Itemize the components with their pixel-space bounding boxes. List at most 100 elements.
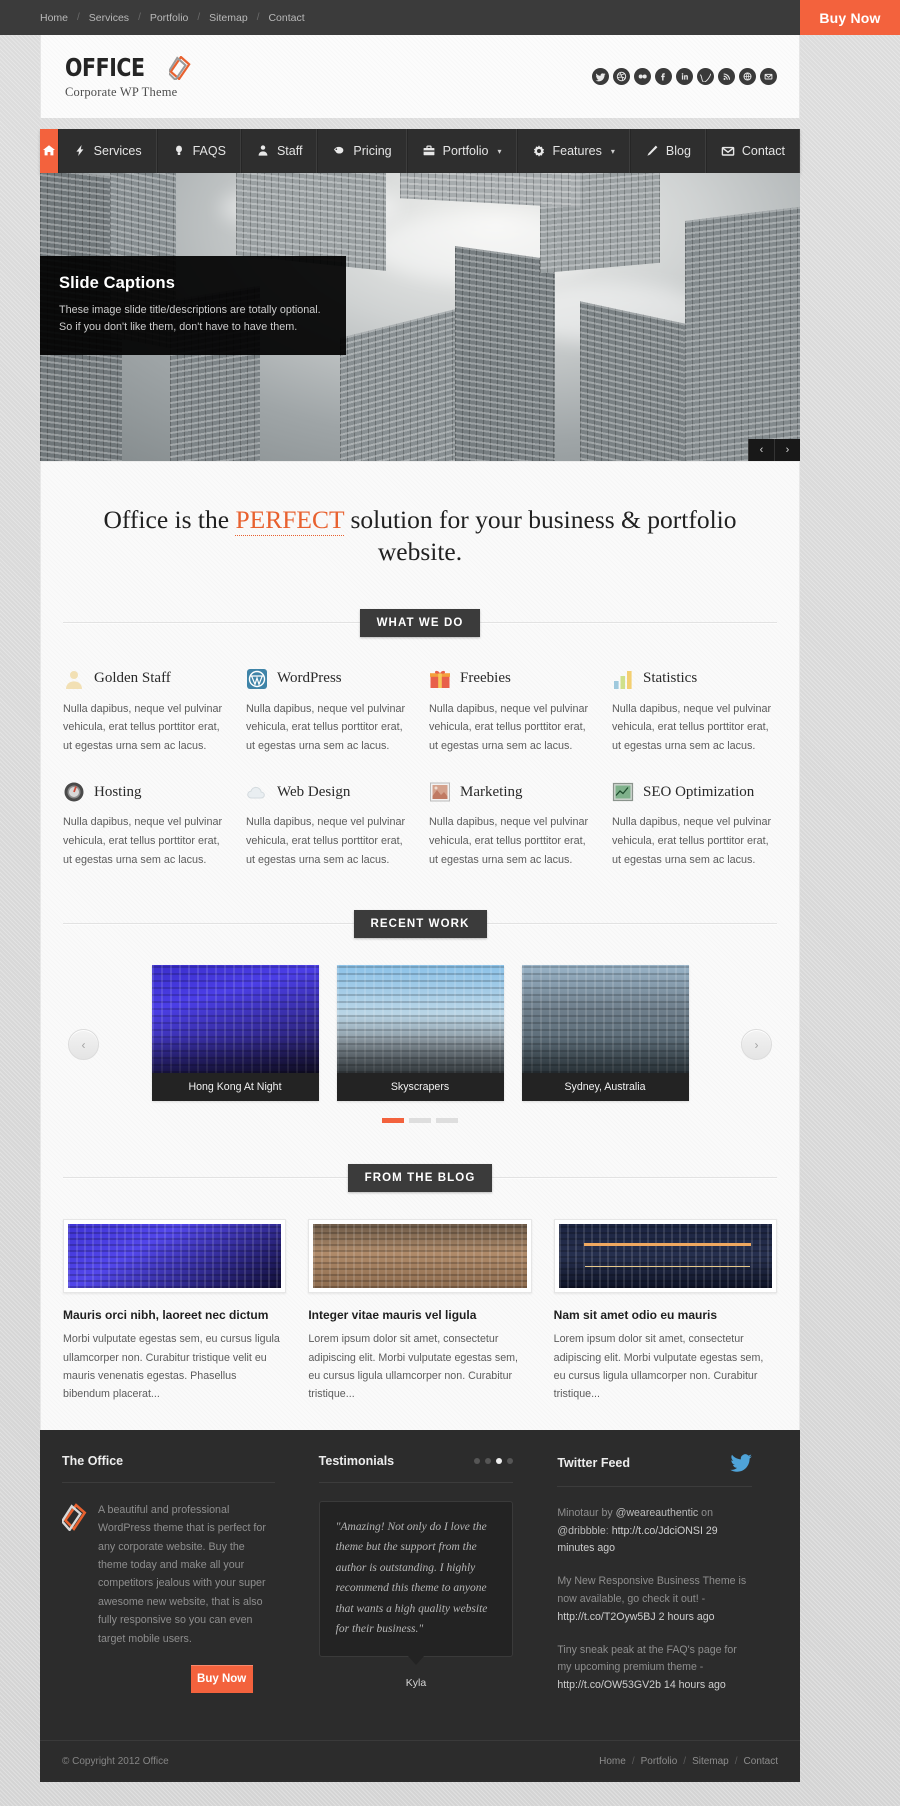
buy-now-button-footer[interactable]: Buy Now	[190, 1665, 253, 1693]
blog-thumbnail[interactable]	[308, 1219, 532, 1294]
footer-link-contact[interactable]: Contact	[744, 1756, 778, 1767]
nav-item-home[interactable]	[40, 129, 58, 173]
topbar-link-home[interactable]: Home	[38, 12, 70, 24]
rss-icon[interactable]	[718, 68, 735, 85]
twitter-icon[interactable]	[592, 68, 609, 85]
hero-slider: Slide Captions These image slide title/d…	[40, 173, 800, 461]
service-title-row[interactable]: Marketing	[429, 781, 594, 803]
tweet-text: My New Responsive Business Theme is now …	[557, 1575, 747, 1605]
nav-item-blog[interactable]: Blog	[629, 129, 706, 173]
footer-link-separator: /	[631, 1755, 635, 1767]
topbar-link-contact[interactable]: Contact	[266, 12, 306, 24]
tweet-link[interactable]: http://t.co/JdciONSI	[612, 1525, 703, 1537]
footer-about-body: A beautiful and professional WordPress t…	[62, 1483, 275, 1693]
testimonial-dot[interactable]	[474, 1457, 481, 1464]
flickr-icon[interactable]	[634, 68, 651, 85]
main-content: Office is the PERFECT solution for your …	[40, 461, 800, 1430]
tweet-text: Tiny sneak peak at the FAQ's page for my…	[557, 1643, 737, 1674]
service-title-row[interactable]: Freebies	[429, 668, 594, 690]
tweet-mention[interactable]: @dribbble	[557, 1525, 605, 1537]
slider-prev-button[interactable]: ‹	[748, 439, 774, 461]
bulb-icon	[172, 144, 186, 158]
portfolio-item[interactable]: Sydney, Australia	[521, 965, 689, 1102]
vimeo-icon[interactable]	[697, 68, 714, 85]
blog-thumbnail[interactable]	[553, 1219, 777, 1294]
nav-item-staff[interactable]: Staff	[240, 129, 318, 173]
main-nav: Services FAQS Staff Pricing Portfolio ▾ Featur…	[40, 129, 800, 173]
nav-item-portfolio[interactable]: Portfolio ▾	[406, 129, 517, 173]
footer-testimonials-heading-label: Testimonials	[318, 1453, 395, 1468]
testimonial-dot[interactable]	[507, 1457, 514, 1464]
nav-item-pricing[interactable]: Pricing	[317, 129, 407, 173]
service-title-row[interactable]: Web Design	[246, 781, 411, 803]
blog-thumbnail[interactable]	[63, 1219, 287, 1294]
linkedin-icon[interactable]	[676, 68, 693, 85]
service-title-row[interactable]: Statistics	[612, 668, 777, 690]
portfolio-item[interactable]: Hong Kong At Night	[151, 965, 319, 1102]
chevron-down-icon: ▾	[610, 146, 615, 156]
footer-twitter-heading-label: Twitter Feed	[557, 1455, 631, 1470]
carousel-pagination	[41, 1101, 799, 1124]
footer-link-portfolio[interactable]: Portfolio	[641, 1756, 678, 1767]
nav-item-label: Services	[93, 144, 142, 158]
nav-item-contact[interactable]: Contact	[705, 129, 800, 173]
carousel-dot[interactable]	[436, 1118, 458, 1124]
buy-now-button-top[interactable]: Buy Now	[800, 0, 900, 35]
tweet-link[interactable]: http://t.co/OW53GV2b	[557, 1679, 661, 1691]
tweet-link[interactable]: http://t.co/T2Oyw5BJ	[557, 1611, 655, 1623]
bar-chart-icon	[612, 668, 634, 690]
footer-link-sitemap[interactable]: Sitemap	[692, 1756, 729, 1767]
footer-link-home[interactable]: Home	[599, 1756, 626, 1767]
building-shape	[685, 205, 800, 461]
carousel-dot[interactable]	[409, 1118, 431, 1124]
portfolio-thumbnail	[521, 965, 689, 1074]
page: OFFICE Corporate WP Theme Services FAQS St…	[0, 35, 900, 1806]
logo-diamond-icon	[169, 55, 191, 80]
nav-item-label: Staff	[276, 144, 303, 158]
topbar-link-portfolio[interactable]: Portfolio	[148, 12, 191, 24]
section-heading-label: WHAT WE DO	[359, 608, 481, 637]
nav-item-faqs[interactable]: FAQS	[156, 129, 241, 173]
testimonial-dot[interactable]	[496, 1457, 503, 1464]
portfolio-thumbnail	[336, 965, 504, 1074]
slider-next-button[interactable]: ›	[774, 439, 800, 461]
nav-item-services[interactable]: Services	[57, 129, 157, 173]
rss-icon-glyph	[723, 73, 731, 80]
nav-item-label: Features	[552, 144, 602, 158]
google-plus-icon[interactable]	[739, 68, 756, 85]
tweet-timestamp: 14 hours ago	[663, 1679, 726, 1692]
carousel-prev-button[interactable]: ‹	[68, 1029, 99, 1061]
logo[interactable]: OFFICE Corporate WP Theme	[63, 53, 191, 100]
logo-row: OFFICE	[65, 53, 191, 82]
carousel-next-button[interactable]: ›	[741, 1029, 772, 1061]
footer-testimonials-heading: Testimonials	[318, 1453, 514, 1483]
service-item: Marketing Nulla dapibus, neque vel pulvin…	[429, 781, 594, 869]
email-icon[interactable]	[760, 68, 777, 85]
site-header: OFFICE Corporate WP Theme	[40, 35, 800, 118]
tagline-after: solution for your business & portfolio w…	[344, 505, 737, 566]
service-title-row[interactable]: Golden Staff	[63, 668, 228, 690]
nav-item-features[interactable]: Features ▾	[516, 129, 630, 173]
testimonial-dot[interactable]	[485, 1457, 492, 1464]
topbar-link-sitemap[interactable]: Sitemap	[207, 12, 250, 24]
service-title-row[interactable]: Hosting	[63, 781, 228, 803]
tweet-text: :	[605, 1524, 609, 1537]
service-description: Nulla dapibus, neque vel pulvinar vehicu…	[63, 702, 223, 752]
blog-post-title[interactable]: Mauris orci nibh, laoreet nec dictum	[63, 1308, 286, 1322]
chevron-down-icon: ▾	[497, 146, 502, 156]
service-title: Golden Staff	[94, 670, 171, 687]
service-title-row[interactable]: SEO Optimization	[612, 781, 777, 803]
portfolio-item[interactable]: Skyscrapers	[336, 965, 504, 1102]
tweet-mention[interactable]: @weareauthentic	[616, 1507, 699, 1519]
carousel-items: Hong Kong At Night Skyscrapers Sydney, Aus…	[151, 965, 689, 1102]
blog-post-title[interactable]: Integer vitae mauris vel ligula	[308, 1308, 531, 1322]
blog-post-title[interactable]: Nam sit amet odio eu mauris	[554, 1308, 777, 1322]
topbar-link-services[interactable]: Services	[87, 12, 131, 24]
portfolio-caption: Sydney, Australia	[521, 1073, 689, 1102]
carousel-dot[interactable]	[382, 1118, 404, 1124]
service-title-row[interactable]: WordPress	[246, 668, 411, 690]
tagline-highlight: PERFECT	[235, 505, 345, 536]
site-footer: The Office A beautiful and professional …	[40, 1429, 800, 1740]
facebook-icon[interactable]	[655, 68, 672, 85]
dribbble-icon[interactable]	[613, 68, 630, 85]
